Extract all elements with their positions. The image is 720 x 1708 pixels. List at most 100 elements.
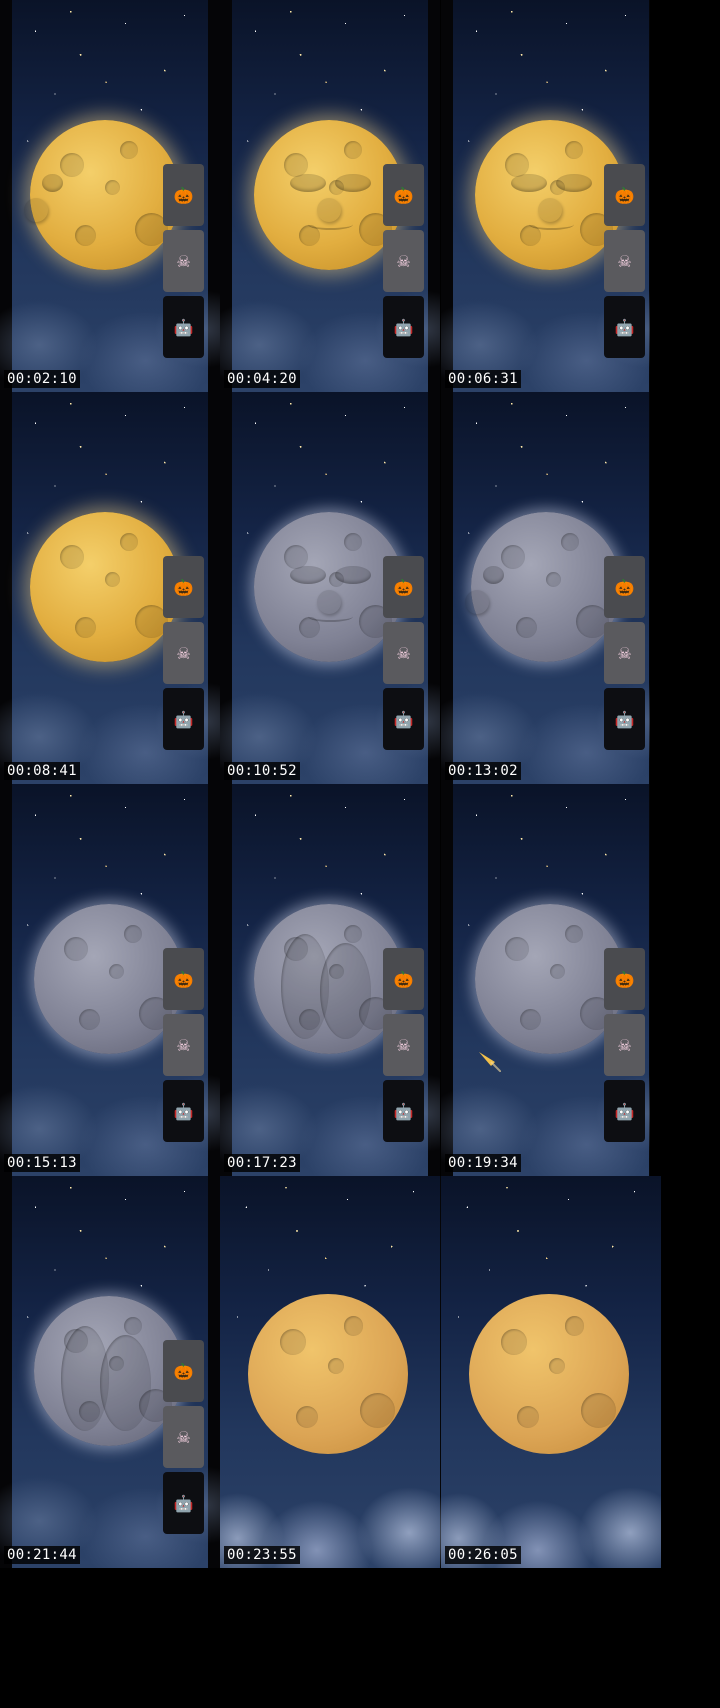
moon [248,1294,408,1454]
app-thumbnail[interactable]: 🎃 [604,948,645,1010]
moon-crater [64,937,88,961]
app-icon-panel: 🎃 ☠ 🤖 [163,948,204,1142]
moon-crater [505,937,529,961]
timestamp-label: 00:13:02 [445,762,521,780]
moon [465,512,621,662]
moon-crater [105,572,120,587]
app-thumbnail[interactable]: 🤖 [604,1080,645,1142]
app-icon-panel: 🎃 ☠ 🤖 [163,164,204,358]
moon-crater [505,153,529,177]
moon-crater [75,617,96,638]
skull-badge-icon: ☠ [396,643,411,663]
video-frame: 🎃 ☠ 🤖 00:21:44 [0,1176,220,1568]
app-thumbnail[interactable]: 🎃 [163,164,204,226]
app-thumbnail[interactable]: 🎃 [163,556,204,618]
app-thumbnail[interactable]: 🎃 [163,948,204,1010]
app-thumbnail[interactable]: 🤖 [604,688,645,750]
moon-crater [329,964,344,979]
app-thumbnail[interactable]: ☠ [163,622,204,684]
skull-badge-icon: ☠ [396,1035,411,1055]
app-thumbnail[interactable]: 🤖 [604,296,645,358]
app-thumbnail[interactable]: ☠ [163,1406,204,1468]
app-icon-panel: 🎃 ☠ 🤖 [163,1340,204,1534]
moon-crater [79,1009,100,1030]
moon-crater [329,572,344,587]
app-thumbnail[interactable]: 🎃 [383,164,424,226]
app-icon-panel: 🎃 ☠ 🤖 [604,556,645,750]
moon-crater [75,225,96,246]
timestamp-label: 00:23:55 [224,1546,300,1564]
video-frame: 🎃 ☠ 🤖 00:10:52 [220,392,440,784]
app-thumbnail[interactable]: 🤖 [383,296,424,358]
robot-icon: 🤖 [173,1493,194,1513]
app-thumbnail[interactable]: 🤖 [163,1472,204,1534]
app-thumbnail[interactable]: ☠ [604,230,645,292]
timestamp-label: 00:19:34 [445,1154,521,1172]
app-icon-panel: 🎃 ☠ 🤖 [604,164,645,358]
moon-crater [64,1329,88,1353]
app-thumbnail[interactable]: ☠ [163,1014,204,1076]
moon [30,512,180,662]
robot-icon: 🤖 [614,317,635,337]
robot-icon: 🤖 [173,1101,194,1121]
pumpkin-icon: 🎃 [614,969,635,989]
app-thumbnail[interactable]: 🤖 [383,688,424,750]
moon-crater [581,1393,617,1429]
video-frame: 🎃 ☠ 🤖 00:08:41 [0,392,220,784]
app-thumbnail[interactable]: ☠ [163,230,204,292]
video-frame: 00:26:05 [441,1176,661,1568]
robot-icon: 🤖 [614,709,635,729]
robot-icon: 🤖 [173,709,194,729]
skull-badge-icon: ☠ [617,643,632,663]
moon-crater [565,925,583,943]
app-thumbnail[interactable]: 🎃 [163,1340,204,1402]
moon-crater [60,545,84,569]
app-thumbnail[interactable]: ☠ [383,230,424,292]
app-thumbnail[interactable]: 🤖 [163,688,204,750]
moon [254,120,404,270]
video-frame-grid: 🎃 ☠ 🤖 00:02:10 🎃 ☠ 🤖 00:04:20 🎃 ☠ 🤖 00:06:31 🎃 ☠ 🤖 00:0… [0,0,720,1708]
app-icon-panel: 🎃 ☠ 🤖 [383,164,424,358]
pumpkin-icon: 🎃 [173,1361,194,1381]
moon-nose [465,590,489,614]
app-thumbnail[interactable]: 🎃 [383,948,424,1010]
moon-crater [344,141,362,159]
moon-eye [483,566,504,584]
app-thumbnail[interactable]: 🤖 [163,1080,204,1142]
moon [469,1294,629,1454]
moon-crater [280,1329,306,1355]
app-thumbnail[interactable]: ☠ [604,1014,645,1076]
moon-crater [550,964,565,979]
app-thumbnail[interactable]: ☠ [383,1014,424,1076]
moon-crater [299,225,320,246]
app-icon-panel: 🎃 ☠ 🤖 [604,948,645,1142]
skull-badge-icon: ☠ [176,251,191,271]
moon [475,904,625,1054]
pumpkin-icon: 🎃 [173,577,194,597]
app-thumbnail[interactable]: 🤖 [163,296,204,358]
app-icon-panel: 🎃 ☠ 🤖 [383,948,424,1142]
app-thumbnail[interactable]: 🎃 [383,556,424,618]
moon [254,904,404,1054]
moon-crater [296,1406,319,1429]
app-thumbnail[interactable]: ☠ [383,622,424,684]
robot-icon: 🤖 [393,1101,414,1121]
moon-crater [124,925,142,943]
video-frame: 00:23:55 [220,1176,451,1568]
pumpkin-icon: 🎃 [393,577,414,597]
app-thumbnail[interactable]: 🎃 [604,164,645,226]
moon-crater [299,1009,320,1030]
moon-crater [520,1009,541,1030]
app-thumbnail[interactable]: 🎃 [604,556,645,618]
app-thumbnail[interactable]: ☠ [604,622,645,684]
moon-crater [565,141,583,159]
timestamp-label: 00:10:52 [224,762,300,780]
timestamp-label: 00:17:23 [224,1154,300,1172]
moon-crater [550,180,565,195]
app-thumbnail[interactable]: 🤖 [383,1080,424,1142]
moon-crater [120,141,138,159]
moon [34,904,184,1054]
skull-badge-icon: ☠ [617,1035,632,1055]
moon-crater [60,153,84,177]
moon-crater [328,1358,344,1374]
